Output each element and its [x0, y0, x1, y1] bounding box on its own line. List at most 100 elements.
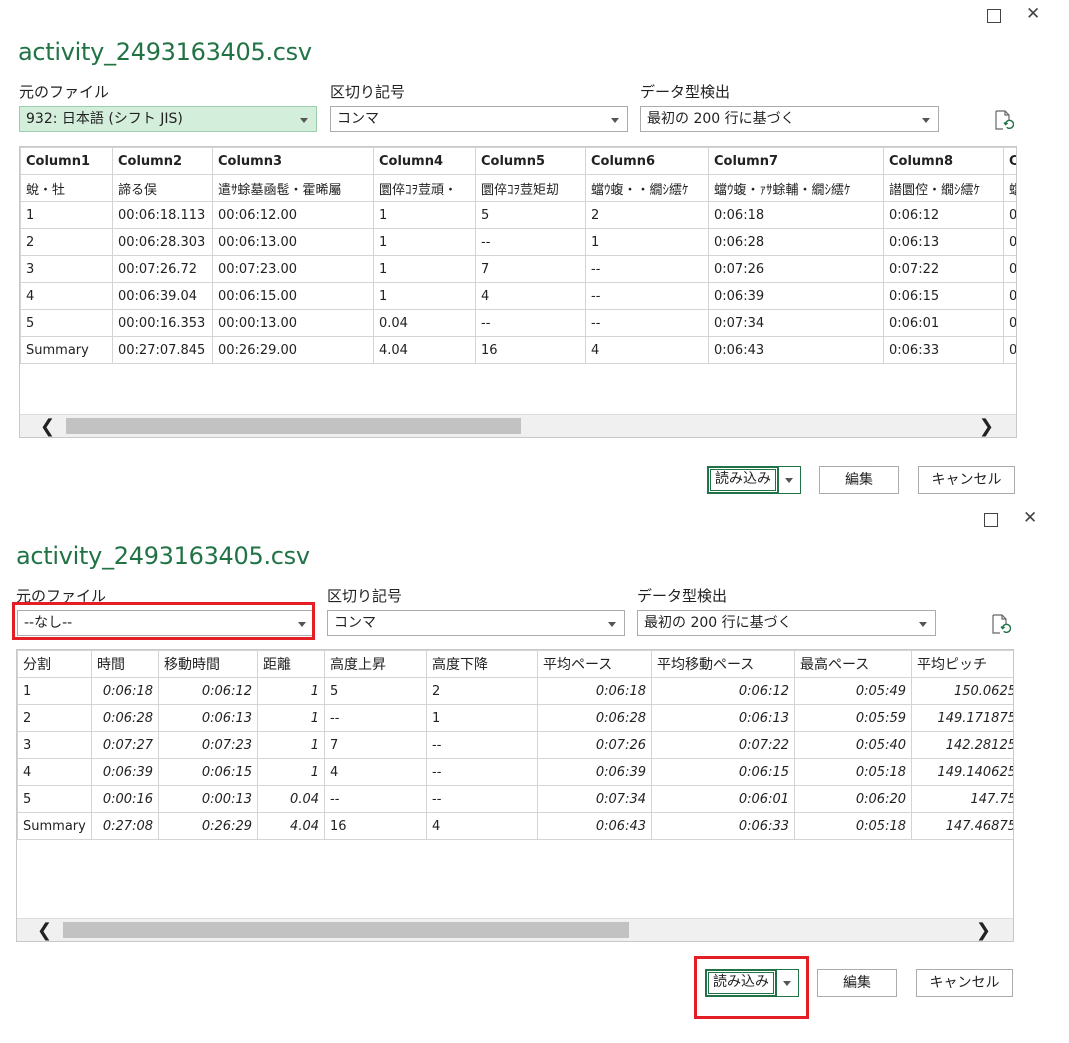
column-header: 最高ペース — [794, 650, 912, 678]
scroll-thumb[interactable] — [63, 922, 629, 938]
dialog-title: activity_2493163405.csv — [18, 38, 312, 66]
table-cell: 00:27:07.845 — [112, 336, 213, 364]
cancel-button[interactable]: キャンセル — [916, 969, 1013, 997]
table-cell: 5 — [475, 201, 586, 229]
table-cell: 0 — [1003, 255, 1016, 283]
type-detect-value: 最初の 200 行に基づく — [644, 615, 792, 631]
table-cell: 0:06:33 — [883, 336, 1004, 364]
column-header: 高度下降 — [426, 650, 538, 678]
table-cell: 0:06:39 — [537, 758, 652, 786]
scroll-right-icon[interactable]: ❯ — [976, 920, 991, 941]
load-button[interactable]: 読み込み — [707, 466, 779, 494]
table-cell: 1 — [257, 704, 325, 732]
chevron-down-icon — [919, 622, 927, 627]
delimiter-dropdown[interactable]: コンマ — [327, 610, 625, 636]
column-header: Column1 — [20, 147, 113, 175]
table-cell: 0 — [1003, 282, 1016, 310]
table-cell: 00:07:23.00 — [212, 255, 374, 283]
table-cell: 0:06:15 — [883, 282, 1004, 310]
column-header: Column8 — [883, 147, 1004, 175]
column-header: Column7 — [708, 147, 884, 175]
type-detect-dropdown[interactable]: 最初の 200 行に基づく — [637, 610, 936, 636]
table-cell: 0:00:16 — [91, 785, 159, 813]
maximize-icon[interactable] — [987, 9, 1001, 23]
table-cell: 遣ｻ蜍墓凾髢・霍晞屬 — [212, 174, 374, 202]
table-header-row: 分割 時間 移動時間 距離 高度上昇 高度下降 平均ペース 平均移動ペース 最高ペース 平均ピッチ… — [17, 650, 1013, 678]
table-cell: 0:06:12 — [158, 677, 258, 705]
type-detect-label: データ型検出 — [637, 587, 728, 605]
table-cell: 0:07:22 — [883, 255, 1004, 283]
table-cell: 149.171875 — [911, 704, 1013, 732]
preview-table-top: Column1 Column2 Column3 Column4 Column5 Colum… — [19, 146, 1017, 438]
table-cell: 00:07:26.72 — [112, 255, 213, 283]
table-cell: 3 — [17, 731, 92, 759]
table-cell: 0:07:23 — [158, 731, 258, 759]
type-detect-dropdown[interactable]: 最初の 200 行に基づく — [640, 106, 939, 132]
table-cell: 1 — [373, 228, 476, 256]
highlight-load-button — [694, 956, 809, 1019]
table-cell: Summary — [20, 336, 113, 364]
table-cell: 00:06:13.00 — [212, 228, 374, 256]
cancel-button[interactable]: キャンセル — [918, 466, 1015, 494]
table-row: 2 0:06:28 0:06:13 1 -- 1 0:06:28 0:06:13 0:05:59… — [17, 704, 1013, 732]
load-dropdown-button[interactable] — [779, 466, 801, 494]
delimiter-value: コンマ — [337, 111, 379, 127]
table-cell: 0:05:40 — [794, 731, 912, 759]
horizontal-scrollbar[interactable]: ❮ ❯ — [17, 918, 1013, 941]
table-cell: 00:06:28.303 — [112, 228, 213, 256]
table-cell: 00:06:15.00 — [212, 282, 374, 310]
table-row: 3 0:07:27 0:07:23 1 7 -- 0:07:26 0:07:22 0:05:40… — [17, 731, 1013, 759]
table-cell: 5 — [324, 677, 427, 705]
scroll-left-icon[interactable]: ❮ — [40, 416, 55, 437]
table-cell: 0:05:18 — [794, 758, 912, 786]
column-header: 平均ペース — [537, 650, 652, 678]
table-cell: 0:06:01 — [883, 309, 1004, 337]
table-cell: 0:06:13 — [158, 704, 258, 732]
table-cell: 2 — [20, 228, 113, 256]
table-row: Summary 00:27:07.845 00:26:29.00 4.04 16 4 0:0… — [20, 336, 1016, 364]
refresh-icon[interactable] — [989, 613, 1011, 635]
scroll-left-icon[interactable]: ❮ — [37, 920, 52, 941]
scroll-right-icon[interactable]: ❯ — [979, 416, 994, 437]
column-header: 距離 — [257, 650, 325, 678]
table-cell: 0.04 — [373, 309, 476, 337]
scroll-thumb[interactable] — [66, 418, 521, 434]
column-header: Column2 — [112, 147, 213, 175]
table-cell: 0:06:43 — [537, 812, 652, 840]
table-cell: 1 — [257, 758, 325, 786]
table-cell: 0:06:13 — [651, 704, 795, 732]
table-cell: -- — [324, 785, 427, 813]
table-cell: 4 — [585, 336, 709, 364]
chevron-down-icon — [300, 118, 308, 123]
refresh-icon[interactable] — [992, 109, 1014, 131]
table-cell: 4 — [426, 812, 538, 840]
edit-button[interactable]: 編集 — [817, 969, 897, 997]
delimiter-value: コンマ — [334, 615, 376, 631]
delimiter-dropdown[interactable]: コンマ — [330, 106, 628, 132]
table-cell: -- — [475, 228, 586, 256]
table-cell: 4 — [324, 758, 427, 786]
maximize-icon[interactable] — [984, 513, 998, 527]
horizontal-scrollbar[interactable]: ❮ ❯ — [20, 414, 1016, 437]
table-cell: 0:06:18 — [708, 201, 884, 229]
table-cell: 0:06:18 — [537, 677, 652, 705]
table-cell: 0:06:12 — [883, 201, 1004, 229]
table-row: 2 00:06:28.303 00:06:13.00 1 -- 1 0:06:28 0:06:… — [20, 228, 1016, 256]
table-cell: 4.04 — [373, 336, 476, 364]
table-cell: 1 — [373, 282, 476, 310]
close-icon[interactable]: ✕ — [1023, 508, 1037, 528]
table-cell: 圜倅ｺｦ荳矩刧 — [475, 174, 586, 202]
table-cell: 0:07:22 — [651, 731, 795, 759]
column-header: C — [1003, 147, 1016, 175]
table-cell: 0:05:18 — [794, 812, 912, 840]
edit-button[interactable]: 編集 — [819, 466, 899, 494]
table-cell: 0:26:29 — [158, 812, 258, 840]
dialog-title: activity_2493163405.csv — [16, 542, 310, 570]
table-cell: 2 — [17, 704, 92, 732]
column-header: Column4 — [373, 147, 476, 175]
table-cell: 1 — [257, 677, 325, 705]
file-origin-dropdown[interactable]: 932: 日本語 (シフト JIS) — [19, 106, 317, 132]
table-row: 3 00:07:26.72 00:07:23.00 1 7 -- 0:07:26 0:07:2… — [20, 255, 1016, 283]
table-row: 4 00:06:39.04 00:06:15.00 1 4 -- 0:06:39 0:06:1… — [20, 282, 1016, 310]
close-icon[interactable]: ✕ — [1026, 4, 1040, 24]
